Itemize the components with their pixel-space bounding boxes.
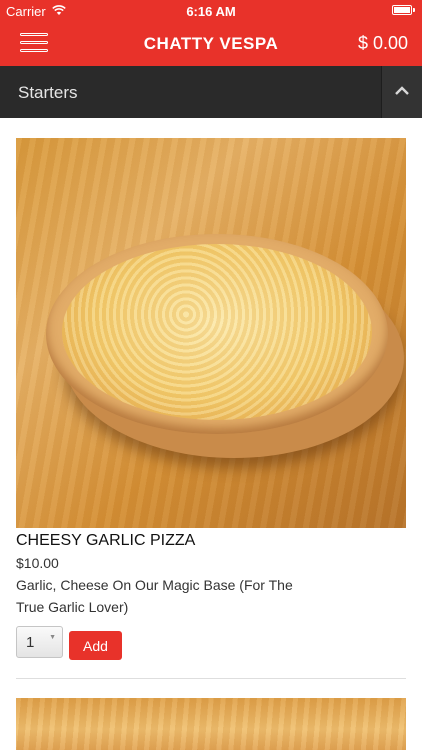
hamburger-menu-icon	[20, 49, 48, 52]
status-bar: Carrier 6:16 AM	[0, 0, 422, 22]
cart-total-button[interactable]: $ 0.00	[358, 33, 408, 54]
product-price: $10.00	[16, 555, 59, 571]
quantity-value: 1	[26, 634, 35, 651]
quantity-select[interactable]: 1 ▼	[16, 626, 63, 658]
product-image	[16, 698, 406, 750]
add-to-cart-button[interactable]: Add	[69, 631, 122, 660]
product-description: Garlic, Cheese On Our Magic Base (For Th…	[16, 577, 293, 615]
chevron-up-icon	[395, 86, 409, 95]
dropdown-arrow-icon: ▼	[49, 634, 56, 641]
product-card: CHEESY GARLIC PIZZA $10.00 Garlic, Chees…	[0, 118, 422, 678]
product-name: CHEESY GARLIC PIZZA	[16, 532, 196, 549]
category-title: Starters	[18, 83, 78, 102]
menu-button[interactable]	[18, 30, 52, 58]
battery-icon	[392, 5, 415, 15]
hamburger-menu-icon	[20, 41, 48, 44]
app-title: CHATTY VESPA	[143, 34, 279, 53]
status-time: 6:16 AM	[186, 4, 236, 19]
category-header-starters[interactable]: Starters	[0, 66, 422, 118]
hamburger-menu-icon	[20, 33, 48, 36]
divider	[16, 678, 406, 679]
product-image	[16, 138, 406, 528]
collapse-category-button[interactable]	[381, 66, 422, 118]
nav-bar: CHATTY VESPA $ 0.00	[0, 22, 422, 66]
